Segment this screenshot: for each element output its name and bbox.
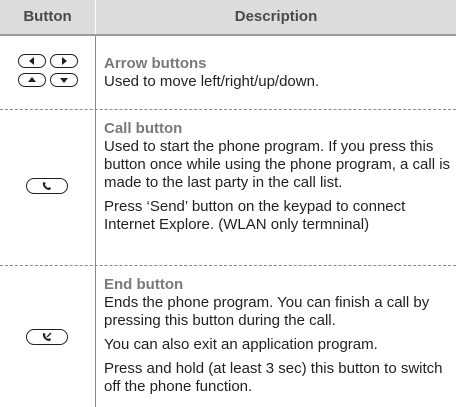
- row-description: Ends the phone program. You can finish a…: [104, 294, 430, 329]
- right-arrow-key-icon: [50, 54, 78, 68]
- row-description: Press ‘Send’ button on the keypad to con…: [104, 198, 406, 233]
- down-arrow-key-icon: [50, 73, 78, 87]
- left-arrow-key-icon: [18, 54, 46, 68]
- end-key-icon: [26, 329, 68, 345]
- row-description: Press and hold (at least 3 sec) this but…: [104, 360, 443, 395]
- row-description: Used to move left/right/up/down.: [104, 73, 320, 90]
- row-title: End button: [104, 276, 184, 293]
- row-separator: [0, 265, 456, 266]
- header-description: Description: [234, 8, 318, 25]
- row-title: Arrow buttons: [104, 55, 207, 72]
- column-divider: [95, 36, 96, 407]
- row-description: You can also exit an application program…: [104, 336, 378, 353]
- up-arrow-key-icon: [18, 73, 46, 87]
- table-header: Button Description: [0, 0, 456, 36]
- arrow-keys-icon: [18, 54, 80, 90]
- call-key-icon: [26, 178, 68, 194]
- row-title: Call button: [104, 120, 183, 137]
- header-button: Button: [23, 8, 72, 25]
- row-separator: [0, 109, 456, 110]
- row-description: Used to start the phone program. If you …: [104, 138, 451, 191]
